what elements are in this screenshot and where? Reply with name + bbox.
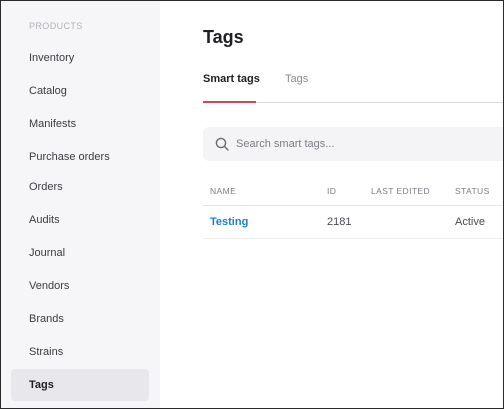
sidebar-item-vendors[interactable]: Vendors [11, 270, 149, 302]
tab-tags[interactable]: Tags [285, 73, 308, 85]
row-divider [203, 238, 504, 239]
sidebar-item-manifests[interactable]: Manifests [11, 108, 149, 140]
sidebar-item-purchase-orders[interactable]: Purchase orders [11, 141, 149, 173]
column-header-last-edited[interactable]: LAST EDITED [371, 186, 430, 196]
sidebar-item-inventory[interactable]: Inventory [11, 42, 149, 74]
column-header-name[interactable]: NAME [210, 186, 236, 196]
tab-smart-tags[interactable]: Smart tags [203, 73, 260, 85]
search-bar [203, 127, 504, 161]
sidebar-item-catalog[interactable]: Catalog [11, 75, 149, 107]
sidebar-item-brands[interactable]: Brands [11, 303, 149, 335]
sidebar-item-strains[interactable]: Strains [11, 336, 149, 368]
tag-name-link[interactable]: Testing [210, 216, 248, 228]
tag-id: 2181 [327, 216, 352, 228]
search-input[interactable] [236, 135, 486, 153]
sidebar: PRODUCTS Inventory Catalog Manifests Pur… [0, 0, 160, 409]
sidebar-item-orders[interactable]: Orders [11, 171, 149, 203]
active-tab-indicator [203, 101, 256, 103]
column-header-id[interactable]: ID [327, 186, 336, 196]
column-header-status[interactable]: STATUS [455, 186, 490, 196]
sidebar-section-label: PRODUCTS [29, 21, 83, 31]
sidebar-item-tags[interactable]: Tags [11, 369, 149, 401]
search-icon [215, 137, 229, 151]
main-content: Tags Smart tags Tags NAME ID LAST EDITED… [160, 0, 504, 409]
sidebar-item-audits[interactable]: Audits [11, 204, 149, 236]
table-header-divider [203, 205, 504, 206]
tag-status: Active [455, 216, 485, 228]
page-title: Tags [203, 27, 244, 47]
sidebar-item-journal[interactable]: Journal [11, 237, 149, 269]
